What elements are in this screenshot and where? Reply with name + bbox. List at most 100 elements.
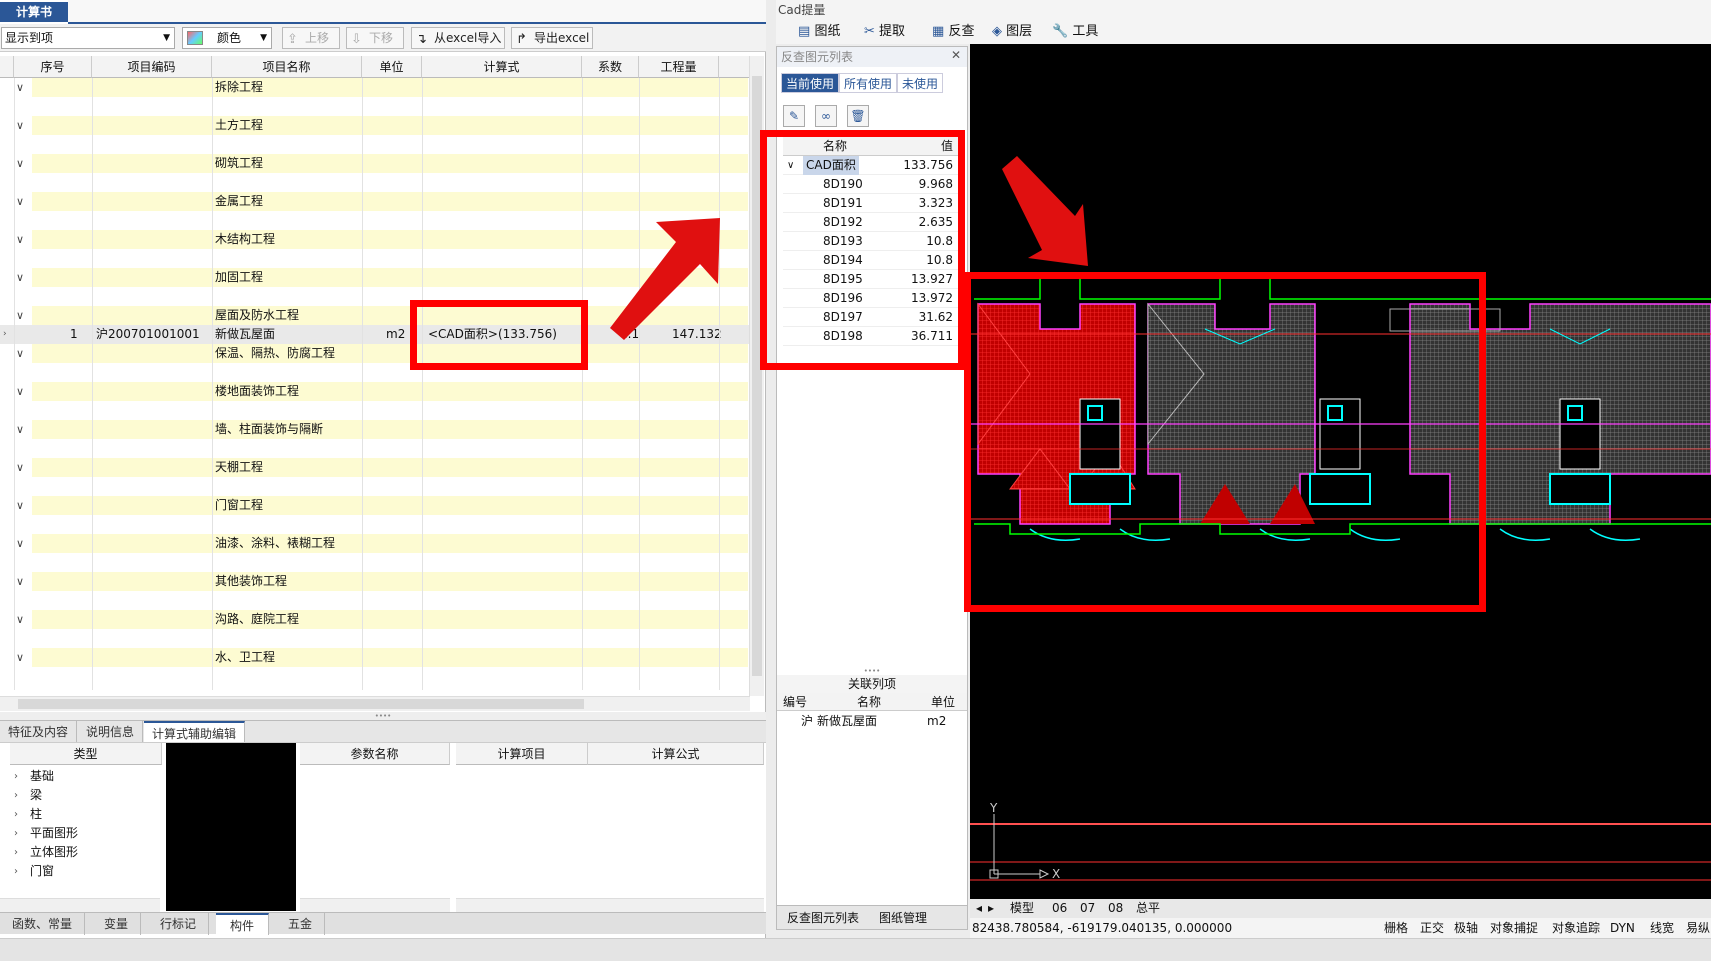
extract-button[interactable]: ✂ 提取 [864,22,905,42]
filter-current-tab[interactable]: 当前使用 [781,73,840,93]
tab-notes[interactable]: 说明信息 [78,721,144,743]
tab-variables[interactable]: 变量 [92,913,142,935]
chevron-down-icon[interactable]: ∨ [16,116,24,135]
move-up-button[interactable]: ⇪ 上移 [282,27,340,49]
import-excel-button[interactable]: ↴ 从excel导入 [411,27,505,49]
chevron-down-icon[interactable]: ∨ [16,192,24,211]
chevron-down-icon[interactable]: ∨ [16,420,24,439]
status-ortho[interactable]: 正交 [1420,918,1444,938]
type-tree-item[interactable]: › 基础 [10,767,162,786]
scroll-thumb[interactable] [18,699,584,709]
chevron-right-icon[interactable]: › [14,805,18,824]
calc-book-tab[interactable]: 计算书 [0,2,68,22]
category-row[interactable]: ∨ 墙、柱面装饰与隔断 [0,420,750,439]
chevron-left-icon[interactable]: ◂ [976,899,982,918]
chevron-right-icon[interactable]: › [14,824,18,843]
splitter-grip[interactable]: •••• [0,712,766,720]
column-header-name[interactable]: 项目名称 [212,56,362,78]
tab-site-plan[interactable]: 总平 [1136,899,1160,918]
binoculars-icon[interactable]: ∞ [815,105,837,127]
filter-all-tab[interactable]: 所有使用 [839,73,898,93]
category-row[interactable]: ∨ 金属工程 [0,192,750,211]
calc-hscrollbar[interactable] [456,898,764,913]
status-osnap[interactable]: 对象捕捉 [1490,918,1538,938]
related-row[interactable]: 沪 新做瓦屋面 m2 [777,712,967,730]
tab-08[interactable]: 08 [1108,899,1123,918]
column-header-qty[interactable]: 工程量 [639,56,719,78]
close-icon[interactable]: ✕ [951,48,961,62]
tab-features[interactable]: 特征及内容 [0,721,78,743]
move-down-button[interactable]: ⇩ 下移 [346,27,404,49]
category-row[interactable]: ∨ 门窗工程 [0,496,750,515]
type-hscrollbar[interactable] [0,898,160,913]
column-header-code[interactable]: 项目编码 [92,56,212,78]
tools-button[interactable]: 🔧 工具 [1052,22,1098,42]
chevron-down-icon[interactable]: ∨ [16,306,24,325]
status-dyn[interactable]: DYN [1610,918,1635,938]
category-row[interactable]: ∨ 保温、隔热、防腐工程 [0,344,750,363]
chevron-down-icon[interactable]: ∨ [16,78,24,97]
type-tree-item[interactable]: › 柱 [10,805,162,824]
chevron-down-icon[interactable]: ∨ [16,534,24,553]
tab-06[interactable]: 06 [1052,899,1067,918]
category-row[interactable]: ∨ 水、卫工程 [0,648,750,667]
display-level-combo[interactable]: 显示到项 ▼ [1,27,175,49]
tab-07[interactable]: 07 [1080,899,1095,918]
chevron-down-icon[interactable]: ∨ [16,154,24,173]
param-hscrollbar[interactable] [300,898,450,913]
layer-button[interactable]: ◈ 图层 [992,22,1032,42]
tab-model[interactable]: 模型 [1010,899,1034,918]
tab-reverse-list[interactable]: 反查图元列表 [787,909,859,926]
chevron-right-icon[interactable]: ▸ [988,899,994,918]
chevron-down-icon[interactable]: ∨ [16,496,24,515]
chevron-right-icon[interactable]: › [14,862,18,881]
category-row[interactable]: ∨ 土方工程 [0,116,750,135]
chevron-right-icon[interactable]: › [14,843,18,862]
color-combo[interactable]: 颜色 ▼ [182,27,272,49]
column-header-no[interactable]: 序号 [14,56,92,78]
type-tree-item[interactable]: › 门窗 [10,862,162,881]
chevron-down-icon[interactable]: ∨ [16,268,24,287]
category-row[interactable]: ∨ 拆除工程 [0,78,750,97]
chevron-down-icon[interactable]: ∨ [16,458,24,477]
trash-icon[interactable]: 🗑 [847,105,869,127]
status-polar[interactable]: 极轴 [1454,918,1478,938]
chevron-down-icon[interactable]: ∨ [16,382,24,401]
column-header-unit[interactable]: 单位 [362,56,422,78]
category-row[interactable]: ∨ 楼地面装饰工程 [0,382,750,401]
type-tree-item[interactable]: › 立体图形 [10,843,162,862]
column-header-coef[interactable]: 系数 [582,56,639,78]
grid-horizontal-scrollbar[interactable] [0,696,750,711]
filter-unused-tab[interactable]: 未使用 [897,73,944,93]
chevron-down-icon[interactable]: ∨ [16,610,24,629]
chevron-down-icon[interactable]: ∨ [16,648,24,667]
tab-hardware[interactable]: 五金 [276,913,326,935]
category-row[interactable]: ∨ 砌筑工程 [0,154,750,173]
chevron-down-icon[interactable]: ∨ [16,572,24,591]
tab-formula-helper[interactable]: 计算式辅助编辑 [144,721,246,743]
status-grid[interactable]: 栅格 [1384,918,1408,938]
detail-unit[interactable]: m2 [386,325,405,344]
detail-name[interactable]: 新做瓦屋面 [215,325,275,344]
status-extra[interactable]: 易纵 [1686,918,1710,938]
column-header-formula[interactable]: 计算式 [422,56,582,78]
tab-functions[interactable]: 函数、常量 [0,913,86,935]
tab-row-marks[interactable]: 行标记 [148,913,210,935]
splitter-grip[interactable]: •••• [777,667,967,675]
drawing-button[interactable]: ▤ 图纸 [798,22,840,42]
category-row[interactable]: ∨ 沟路、庭院工程 [0,610,750,629]
chevron-right-icon[interactable]: › [14,786,18,805]
tab-components[interactable]: 构件 [216,913,270,935]
edit-icon[interactable]: ✎ [783,105,805,127]
chevron-down-icon[interactable]: ∨ [16,344,24,363]
type-tree-item[interactable]: › 平面图形 [10,824,162,843]
detail-code[interactable]: 沪200701001001 [96,325,200,344]
chevron-down-icon[interactable]: ∨ [16,230,24,249]
category-row[interactable]: ∨ 油漆、涂料、裱糊工程 [0,534,750,553]
tab-drawing-manage[interactable]: 图纸管理 [879,909,927,926]
status-lineweight[interactable]: 线宽 [1650,918,1674,938]
category-row[interactable]: ∨ 其他装饰工程 [0,572,750,591]
status-otrack[interactable]: 对象追踪 [1552,918,1600,938]
export-excel-button[interactable]: ↱ 导出excel [511,27,593,49]
type-tree-item[interactable]: › 梁 [10,786,162,805]
